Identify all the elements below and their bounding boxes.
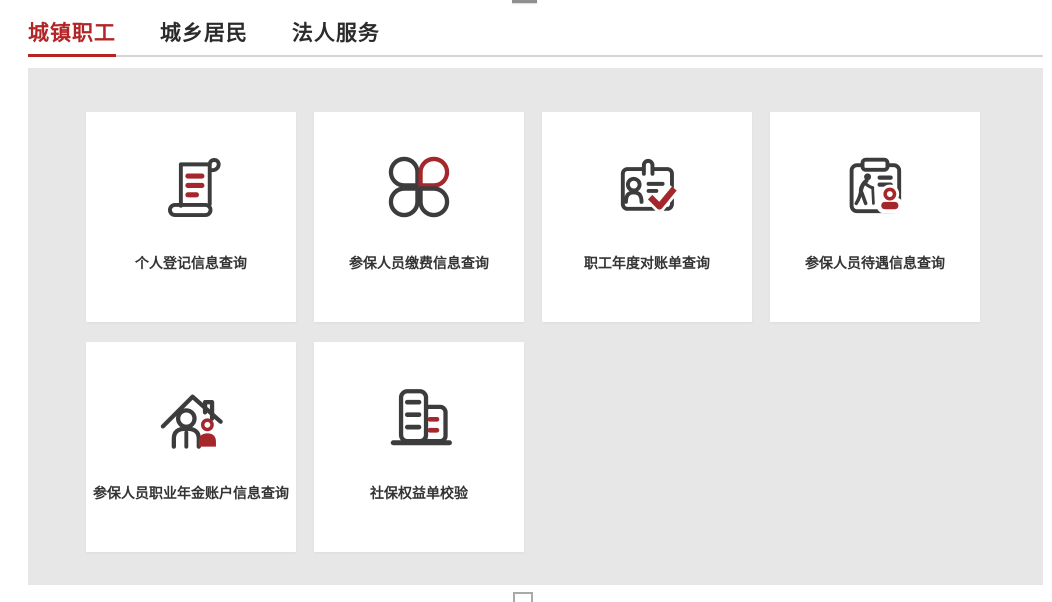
house-with-people-icon [152, 378, 230, 456]
four-petal-flower-icon [380, 148, 458, 226]
tab-urban-rural-residents[interactable]: 城乡居民 [160, 17, 248, 57]
scroll-document-icon [152, 148, 230, 226]
card-annual-statement-query[interactable]: 职工年度对账单查询 [542, 112, 752, 322]
cropped-bottom-edge-element [513, 592, 533, 602]
card-label: 社保权益单校验 [364, 484, 474, 502]
tab-urban-employees[interactable]: 城镇职工 [28, 17, 116, 57]
card-payment-info-query[interactable]: 参保人员缴费信息查询 [314, 112, 524, 322]
services-panel: 个人登记信息查询 参保人员缴费信息查询 [28, 68, 1043, 585]
cropped-top-edge-element [512, 0, 537, 3]
card-label: 参保人员待遇信息查询 [799, 254, 951, 272]
card-rights-statement-verification[interactable]: 社保权益单校验 [314, 342, 524, 552]
card-label: 参保人员职业年金账户信息查询 [87, 484, 295, 502]
tab-legal-person-services[interactable]: 法人服务 [292, 17, 380, 57]
card-annuity-account-query[interactable]: 参保人员职业年金账户信息查询 [86, 342, 296, 552]
office-buildings-icon [380, 378, 458, 456]
card-personal-registration-query[interactable]: 个人登记信息查询 [86, 112, 296, 322]
card-label: 职工年度对账单查询 [578, 254, 716, 272]
clipboard-elderly-person-icon [836, 148, 914, 226]
card-label: 个人登记信息查询 [129, 254, 253, 272]
id-card-checkmark-icon [608, 148, 686, 226]
card-label: 参保人员缴费信息查询 [343, 254, 495, 272]
services-grid: 个人登记信息查询 参保人员缴费信息查询 [86, 112, 1043, 552]
card-benefits-info-query[interactable]: 参保人员待遇信息查询 [770, 112, 980, 322]
category-tab-bar: 城镇职工 城乡居民 法人服务 [28, 0, 1043, 57]
